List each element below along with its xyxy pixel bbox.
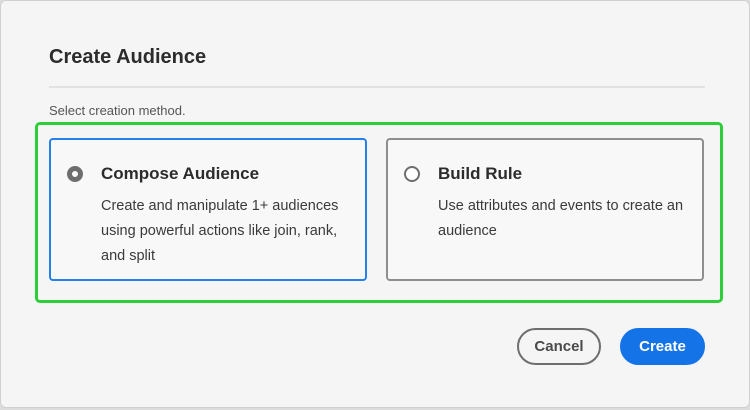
title-divider <box>49 86 705 88</box>
create-button[interactable]: Create <box>620 328 705 365</box>
create-audience-dialog: Create Audience Select creation method. … <box>0 0 750 408</box>
cancel-button[interactable]: Cancel <box>517 328 601 365</box>
option-title: Build Rule <box>438 164 523 183</box>
option-description: Create and manipulate 1+ audiences using… <box>101 198 339 264</box>
option-title: Compose Audience <box>101 164 260 183</box>
option-description: Use attributes and events to create an a… <box>438 198 684 239</box>
radio-unselected-icon[interactable] <box>404 166 420 182</box>
dialog-subtitle: Select creation method. <box>49 103 186 118</box>
dialog-title: Create Audience <box>49 46 207 68</box>
option-card-build-rule[interactable]: Build Rule Use attributes and events to … <box>386 138 704 281</box>
radio-selected-icon[interactable] <box>67 166 83 182</box>
option-card-compose-audience[interactable]: Compose Audience Create and manipulate 1… <box>49 138 367 281</box>
